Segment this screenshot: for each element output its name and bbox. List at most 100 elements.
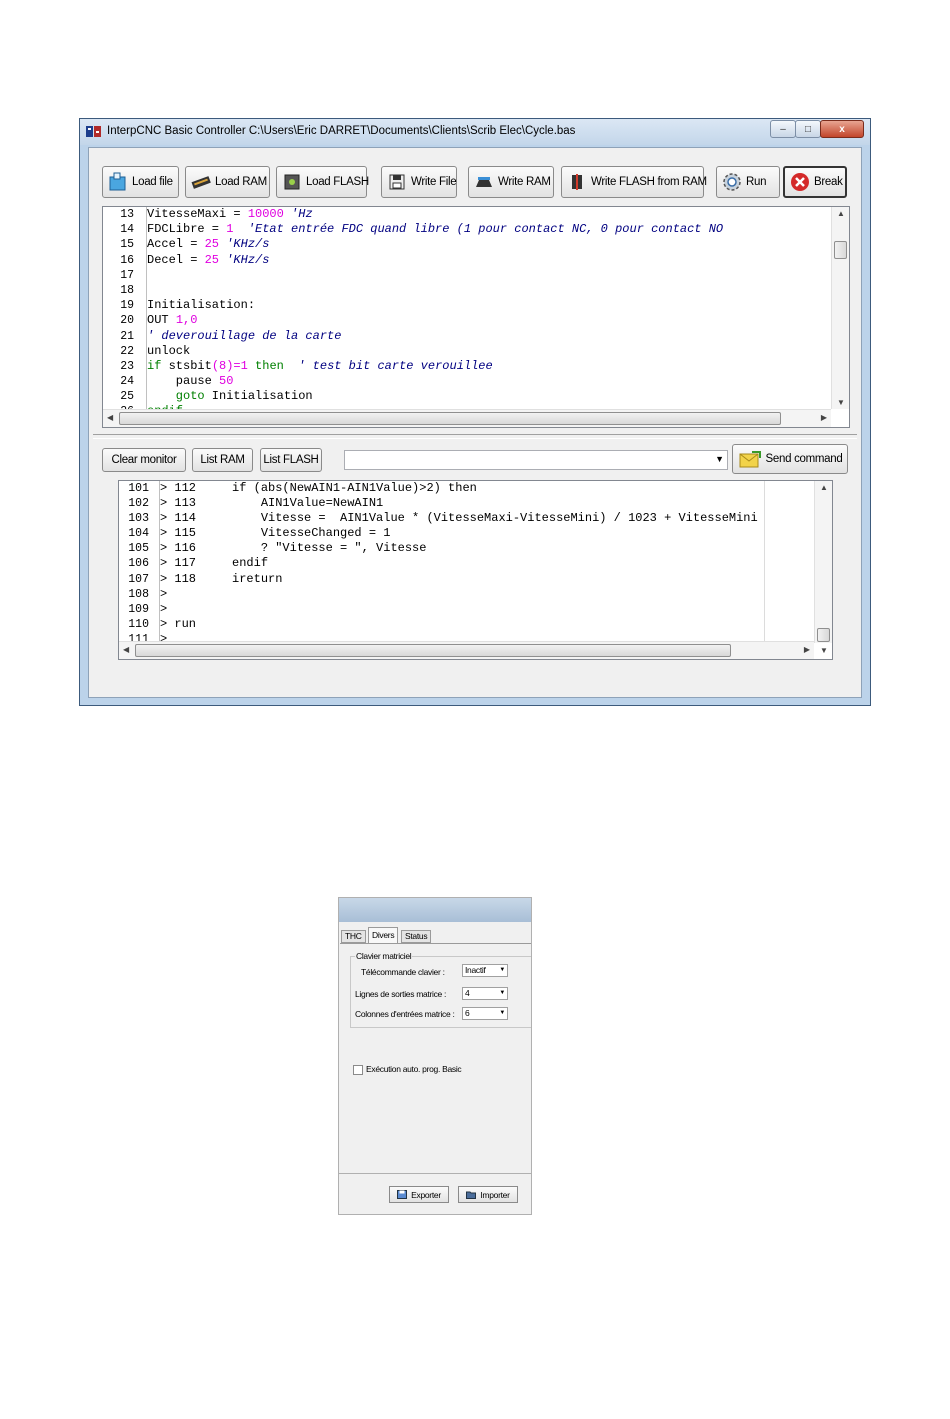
line-number: 106	[128, 557, 149, 571]
code-token: 10000	[247, 207, 284, 221]
line-number: 15	[120, 238, 134, 252]
monitor-output[interactable]: 101 102 103 104 105 106 107 108 109 110 111 > 112 …	[118, 480, 833, 660]
field-label: Lignes de sorties matrice :	[355, 989, 447, 999]
monitor-hscroll-thumb[interactable]	[135, 644, 731, 657]
line-number: 101	[128, 482, 149, 495]
code-text-area[interactable]: VitesseMaxi = 10000 'Hz FDCLibre = 1 'Eta…	[147, 207, 831, 409]
scroll-down-icon[interactable]: ▼	[837, 398, 845, 407]
write-ram-icon	[476, 177, 492, 187]
load-file-button[interactable]: Load file	[102, 166, 179, 198]
code-token: Initialisation	[204, 389, 313, 404]
scroll-right-icon[interactable]: ▶	[821, 413, 827, 422]
code-line[interactable]: Initialisation:	[147, 298, 831, 313]
stop-icon	[791, 173, 809, 191]
load-ram-button[interactable]: Load RAM	[185, 166, 270, 198]
monitor-vertical-scrollbar[interactable]: ▲ ▼	[814, 481, 832, 655]
code-token: 'KHz/s	[219, 252, 270, 267]
settings-panel: THC Divers Status Clavier matriciel Télé…	[338, 897, 532, 1215]
code-line[interactable]: goto Initialisation	[147, 389, 831, 404]
monitor-text-area[interactable]: > 112 if (abs(NewAIN1-AIN1Value)>2) then…	[160, 481, 814, 643]
monitor-line: >	[160, 601, 168, 616]
code-line[interactable]: FDCLibre = 1 'Etat entrée FDC quand libr…	[147, 222, 831, 237]
scroll-up-icon[interactable]: ▲	[820, 483, 828, 492]
folder-icon	[466, 1191, 477, 1199]
scroll-left-icon[interactable]: ◀	[107, 413, 113, 422]
field-label: Télécommande clavier :	[361, 967, 445, 977]
code-token: then	[247, 358, 284, 373]
panel-separator	[339, 1173, 531, 1174]
field-label: Colonnes d'entrées matrice :	[355, 1009, 455, 1019]
tab-status[interactable]: Status	[401, 930, 432, 943]
code-line[interactable]: VitesseMaxi = 10000 'Hz	[147, 207, 831, 222]
auto-run-label: Exécution auto. prog. Basic	[366, 1064, 462, 1074]
load-ram-label: Load RAM	[215, 176, 267, 188]
flash-chip-icon	[284, 174, 300, 190]
keyboard-remote-select[interactable]: Inactif ▼	[462, 964, 508, 977]
write-flash-from-ram-button[interactable]: Write FLASH from RAM	[561, 166, 707, 198]
code-token: Accel =	[147, 237, 205, 252]
write-file-label: Write File	[411, 176, 457, 188]
break-label: Break	[814, 176, 843, 188]
code-token: goto	[147, 389, 205, 404]
scroll-left-icon[interactable]: ◀	[123, 645, 129, 654]
code-token: 'KHz/s	[219, 237, 270, 252]
code-line[interactable]	[147, 283, 831, 298]
editor-hscroll-thumb[interactable]	[119, 412, 781, 425]
editor-horizontal-scrollbar[interactable]: ◀ ▶	[103, 409, 831, 427]
maximize-button[interactable]: □	[795, 120, 821, 138]
code-line[interactable]: unlock	[147, 344, 831, 359]
tab-divers[interactable]: Divers	[368, 927, 399, 944]
code-token: (8)=1	[211, 358, 248, 373]
minimize-button[interactable]: –	[770, 120, 796, 138]
matrix-columns-select[interactable]: 6 ▼	[462, 1007, 508, 1020]
code-line[interactable]: OUT 1,0	[147, 313, 831, 328]
code-line[interactable]: if stsbit(8)=1 then ' test bit carte ver…	[147, 359, 831, 374]
write-ram-button[interactable]: Write RAM	[468, 166, 554, 198]
load-flash-button[interactable]: Load FLASH	[276, 166, 369, 198]
code-line[interactable]: ' deverouillage de la carte	[147, 329, 831, 344]
scroll-down-icon[interactable]: ▼	[820, 646, 828, 655]
line-number-gutter: 1314151617181920212223242526	[103, 207, 147, 418]
monitor-line: > 114 Vitesse = AIN1Value * (VitesseMaxi…	[160, 511, 758, 526]
list-flash-button[interactable]: List FLASH	[260, 448, 322, 472]
tab-thc[interactable]: THC	[341, 930, 366, 943]
write-flash-from-ram-label: Write FLASH from RAM	[591, 176, 707, 188]
editor-vertical-scrollbar[interactable]: ▲ ▼	[831, 207, 849, 409]
title-bar[interactable]: InterpCNC Basic Controller C:\Users\Eric…	[80, 119, 870, 145]
import-button[interactable]: Importer	[458, 1186, 518, 1203]
export-label: Exporter	[411, 1189, 441, 1200]
write-ram-label: Write RAM	[498, 176, 551, 188]
editor-vscroll-thumb[interactable]	[834, 241, 847, 259]
group-title: Clavier matriciel	[355, 951, 413, 961]
splitter[interactable]	[93, 434, 857, 439]
line-number: 107	[128, 572, 149, 586]
line-number: 25	[120, 390, 134, 404]
run-button[interactable]: Run	[716, 166, 780, 198]
command-input[interactable]: ▼	[344, 450, 728, 470]
write-file-button[interactable]: Write File	[381, 166, 457, 198]
matrix-rows-select[interactable]: 4 ▼	[462, 987, 508, 1000]
chevron-down-icon: ▼	[499, 1010, 505, 1016]
clear-monitor-button[interactable]: Clear monitor	[102, 448, 186, 472]
code-line[interactable]: pause 50	[147, 374, 831, 389]
code-line[interactable]	[147, 268, 831, 283]
chevron-down-icon[interactable]: ▼	[715, 454, 724, 464]
scroll-right-icon[interactable]: ▶	[804, 645, 810, 654]
code-token: FDCLibre =	[147, 222, 227, 237]
send-command-button[interactable]: Send command	[732, 444, 848, 474]
export-button[interactable]: Exporter	[389, 1186, 449, 1203]
monitor-horizontal-scrollbar[interactable]: ◀ ▶	[119, 641, 814, 659]
scroll-up-icon[interactable]: ▲	[837, 209, 845, 218]
list-ram-button[interactable]: List RAM	[192, 448, 253, 472]
client-area: Load file Load RAM Load FLASH Write File…	[88, 147, 862, 698]
code-token: 'Hz	[283, 207, 313, 221]
close-button[interactable]: x	[820, 120, 864, 138]
monitor-line: > 115 VitesseChanged = 1	[160, 526, 391, 541]
code-editor[interactable]: 1314151617181920212223242526 VitesseMaxi…	[102, 206, 850, 428]
code-line[interactable]: Decel = 25 'KHz/s	[147, 253, 831, 268]
code-token: Decel =	[147, 252, 205, 267]
auto-run-checkbox[interactable]	[353, 1065, 363, 1075]
break-button[interactable]: Break	[783, 166, 847, 198]
code-line[interactable]: Accel = 25 'KHz/s	[147, 237, 831, 252]
monitor-vscroll-thumb[interactable]	[817, 628, 830, 642]
